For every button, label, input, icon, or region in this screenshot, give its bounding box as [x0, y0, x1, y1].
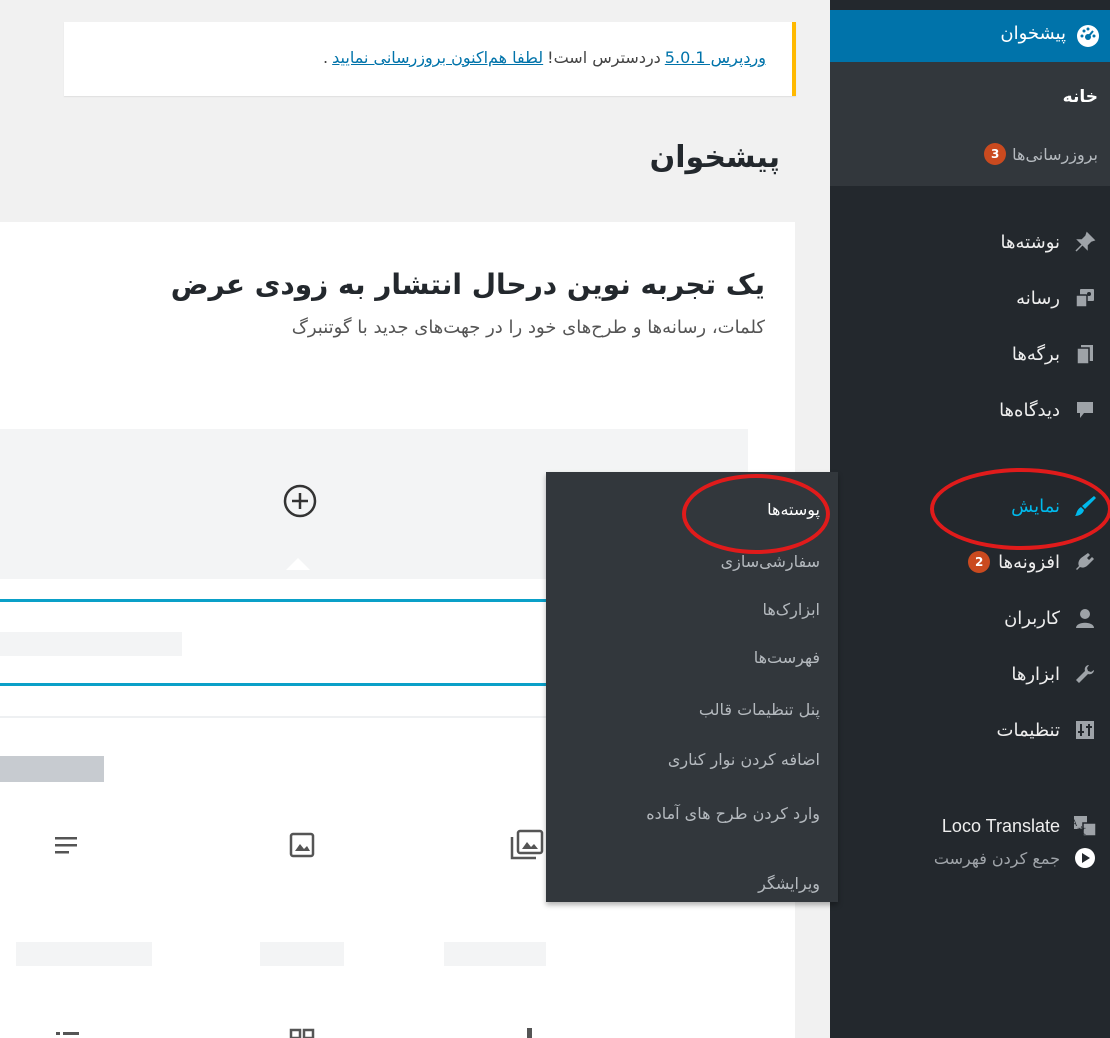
menu-tools-label: ابزارها — [1011, 663, 1060, 685]
annotation-ellipse-appearance — [930, 468, 1110, 550]
menu-plugins-text: افزونه‌ها — [998, 551, 1060, 573]
menu-media[interactable]: رسانه — [830, 274, 1110, 322]
pin-icon — [1072, 229, 1098, 255]
update-notice: وردپرس 5.0.1 دردسترس است! لطفا هم‌اکنون … — [64, 22, 796, 96]
collapse-icon — [1072, 845, 1098, 871]
menu-collapse-label: جمع کردن فهرست — [933, 848, 1060, 868]
image-block-icon[interactable] — [287, 830, 317, 860]
flyout-item-editor[interactable]: ویرایشگر — [758, 872, 820, 896]
user-icon — [1072, 605, 1098, 631]
dashboard-submenu: خانه بروزرسانی‌ها 3 — [830, 62, 1110, 186]
menu-media-label: رسانه — [1016, 287, 1060, 309]
page-title: پیشخوان — [649, 140, 780, 175]
inserter-border-bottom — [0, 683, 546, 686]
menu-plugins-label: افزونه‌ها 2 — [968, 551, 1060, 573]
block-label-placeholder — [260, 942, 344, 966]
block-label-placeholder — [16, 942, 152, 966]
comment-icon — [1072, 397, 1098, 423]
flyout-item-theme-options[interactable]: پنل تنظیمات قالب — [699, 698, 820, 722]
menu-posts[interactable]: نوشته‌ها — [830, 218, 1110, 266]
update-notice-text: وردپرس 5.0.1 دردسترس است! لطفا هم‌اکنون … — [323, 48, 766, 67]
menu-pages[interactable]: برگه‌ها — [830, 330, 1110, 378]
submenu-home[interactable]: خانه — [1063, 87, 1098, 107]
update-now-link[interactable]: لطفا هم‌اکنون بروزرسانی نمایید — [332, 48, 543, 67]
welcome-heading: یک تجربه نوین درحال انتشار به زودی عرض — [170, 268, 765, 301]
submenu-updates-label: بروزرسانی‌ها — [1012, 144, 1098, 164]
notice-period: . — [323, 48, 329, 67]
menu-comments[interactable]: دیدگاه‌ها — [830, 386, 1110, 434]
plugins-count-badge: 2 — [968, 551, 991, 573]
list-block-icon[interactable] — [52, 1022, 82, 1038]
menu-pages-label: برگه‌ها — [1011, 343, 1060, 365]
annotation-ellipse-themes — [682, 474, 830, 554]
add-block-icon[interactable] — [278, 479, 322, 523]
paragraph-block-icon[interactable] — [52, 830, 82, 860]
menu-collapse[interactable]: جمع کردن فهرست — [830, 834, 1110, 882]
plugin-icon — [1072, 549, 1098, 575]
notice-middle-text: دردسترس است! — [547, 48, 661, 67]
inserter-caret — [286, 558, 310, 570]
menu-users[interactable]: کاربران — [830, 594, 1110, 642]
menu-posts-label: نوشته‌ها — [1000, 231, 1060, 253]
menu-settings-label: تنظیمات — [996, 719, 1060, 741]
flyout-item-customize[interactable]: سفارشی‌سازی — [721, 550, 820, 574]
block-search-placeholder[interactable] — [0, 632, 182, 656]
page-icon — [1072, 341, 1098, 367]
menu-users-label: کاربران — [1004, 607, 1060, 629]
wordpress-version-link[interactable]: وردپرس 5.0.1 — [665, 48, 766, 67]
menu-dashboard[interactable]: پیشخوان — [830, 10, 1110, 62]
flyout-item-import-demos[interactable]: وارد کردن طرح های آماده — [620, 802, 820, 826]
media-icon — [1072, 285, 1098, 311]
flyout-item-widgets[interactable]: ابزارک‌ها — [762, 598, 820, 622]
menu-settings[interactable]: تنظیمات — [830, 706, 1110, 754]
block-label-placeholder — [444, 942, 546, 966]
settings-icon — [1072, 717, 1098, 743]
menu-tools[interactable]: ابزارها — [830, 650, 1110, 698]
menu-dashboard-label: پیشخوان — [1000, 23, 1066, 44]
block-category-placeholder — [0, 756, 104, 782]
wrench-icon — [1072, 661, 1098, 687]
dashboard-current-arrow — [818, 22, 830, 46]
menu-plugins[interactable]: افزونه‌ها 2 — [830, 538, 1110, 586]
gallery-block-icon[interactable] — [508, 828, 546, 862]
dashboard-icon — [1077, 25, 1099, 47]
quote-block-icon[interactable] — [515, 1022, 545, 1038]
flyout-item-menus[interactable]: فهرست‌ها — [754, 646, 820, 670]
flyout-item-add-sidebar[interactable]: اضافه کردن نوار کناری — [668, 748, 820, 772]
submenu-updates[interactable]: بروزرسانی‌ها 3 — [984, 143, 1098, 165]
welcome-subtext: کلمات، رسانه‌ها و طرح‌های خود را در جهت‌… — [291, 317, 765, 338]
columns-block-icon[interactable] — [287, 1022, 317, 1038]
inserter-border-top — [0, 599, 546, 602]
updates-count-badge: 3 — [984, 143, 1007, 165]
menu-comments-label: دیدگاه‌ها — [999, 399, 1060, 421]
